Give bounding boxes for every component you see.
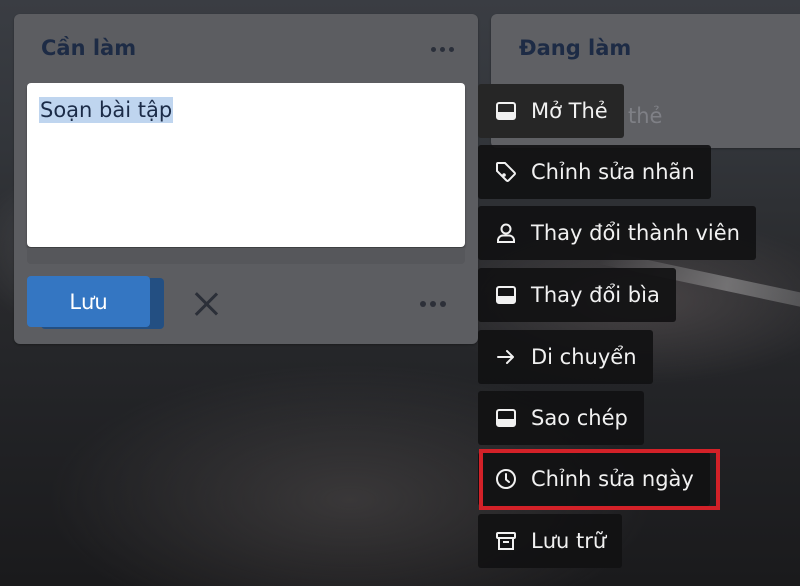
card-title-text[interactable]: Soạn bài tập <box>39 97 174 123</box>
list-title[interactable]: Cần làm <box>41 36 136 60</box>
clock-icon <box>496 469 516 489</box>
cover-icon <box>496 286 516 304</box>
menu-item-edit-dates[interactable]: Chỉnh sửa ngày <box>478 452 710 506</box>
menu-item-label: Chỉnh sửa nhãn <box>531 160 695 184</box>
card-more-icon[interactable] <box>420 301 446 307</box>
menu-item-label: Lưu trữ <box>531 529 607 553</box>
tag-icon <box>496 162 516 182</box>
arrow-right-icon <box>497 350 514 364</box>
menu-item-move[interactable]: Di chuyển <box>478 330 653 384</box>
archive-icon <box>496 532 516 550</box>
menu-item-label: Di chuyển <box>531 345 637 369</box>
close-icon[interactable] <box>192 290 220 318</box>
menu-item-open-card[interactable]: Mở Thẻ <box>478 84 624 138</box>
add-card-text[interactable]: thẻ <box>628 104 662 128</box>
card-editor-shadow <box>27 248 465 264</box>
menu-item-change-members[interactable]: Thay đổi thành viên <box>478 206 756 260</box>
menu-item-archive[interactable]: Lưu trữ <box>478 514 623 568</box>
menu-item-label: Thay đổi thành viên <box>531 221 740 245</box>
person-icon <box>497 223 515 243</box>
menu-item-copy[interactable]: Sao chép <box>478 391 644 445</box>
menu-item-change-cover[interactable]: Thay đổi bìa <box>478 268 676 322</box>
menu-item-label: Mở Thẻ <box>531 99 608 123</box>
menu-item-edit-labels[interactable]: Chỉnh sửa nhãn <box>478 145 711 199</box>
menu-item-label: Thay đổi bìa <box>531 283 660 307</box>
card-icon <box>496 102 516 120</box>
card-icon <box>496 409 516 427</box>
list-title[interactable]: Đang làm <box>519 36 631 60</box>
list-todo: Cần làm Soạn bài tập Lưu <box>14 14 478 344</box>
list-more-icon[interactable] <box>431 47 454 52</box>
menu-item-label: Sao chép <box>531 406 628 430</box>
menu-item-label: Chỉnh sửa ngày <box>531 467 694 491</box>
card-edit-textarea[interactable]: Soạn bài tập <box>27 83 465 247</box>
save-button[interactable]: Lưu <box>27 276 150 327</box>
